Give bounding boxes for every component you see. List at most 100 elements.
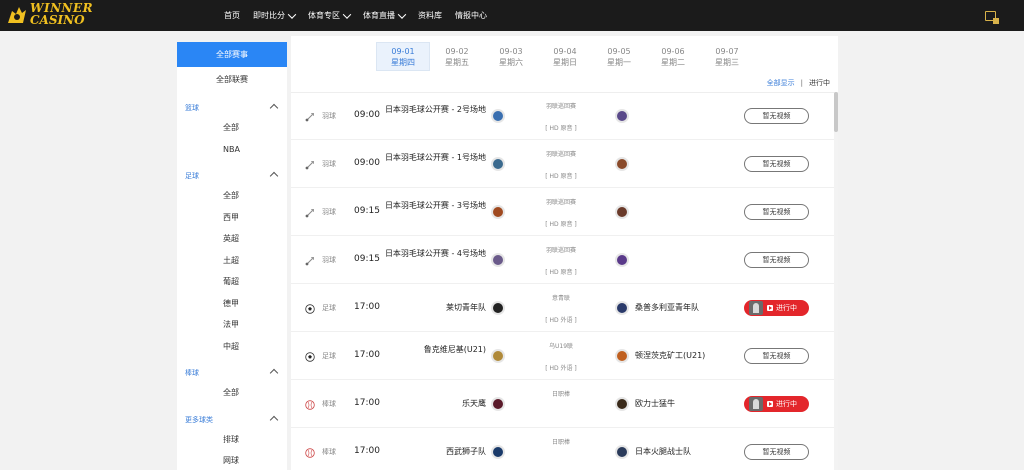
match-row[interactable]: 足球 17:00 莱切青年队 意青联[ HD 外语 ] 桑普多利亚青年队 进行中 xyxy=(291,284,838,332)
home-team: 日本羽毛球公开赛 - 3号场地 xyxy=(384,201,486,210)
chevron-down-icon xyxy=(342,9,352,19)
home-team-logo xyxy=(491,397,505,411)
nav-item-0[interactable]: 首页 xyxy=(224,10,240,21)
home-team-logo xyxy=(491,157,505,171)
match-row[interactable]: 羽球 09:00 日本羽毛球公开赛 - 2号场地 羽联巡回赛[ HD 原音 ] 暂无视频 xyxy=(291,92,838,140)
sidebar-item[interactable]: 英超 xyxy=(177,228,287,250)
live-button[interactable]: 进行中 xyxy=(744,396,809,412)
stream-quality: [ HD 原音 ] xyxy=(545,221,577,228)
league-name: 羽联巡回赛 xyxy=(545,247,576,254)
match-row[interactable]: 棒球 17:00 乐天鹰 日职棒 欧力士猛牛 进行中 xyxy=(291,380,838,428)
sidebar-item[interactable]: NBA xyxy=(177,139,287,161)
match-list: 羽球 09:00 日本羽毛球公开赛 - 2号场地 羽联巡回赛[ HD 原音 ] 暂无视频… xyxy=(291,92,838,470)
away-team-logo xyxy=(615,205,629,219)
home-team-logo xyxy=(491,301,505,315)
sidebar-category-1[interactable]: 足球 xyxy=(177,167,287,185)
button-label: 暂无视频 xyxy=(762,256,791,264)
tab-date-3[interactable]: 09-04 星期日 xyxy=(538,42,592,71)
badminton-icon xyxy=(305,159,315,170)
nav-item-label: 首页 xyxy=(224,11,240,20)
sidebar-item[interactable]: 法甲 xyxy=(177,314,287,336)
logo[interactable]: WINNER CASINO xyxy=(4,2,94,29)
no-video-button[interactable]: 暂无视频 xyxy=(744,204,809,220)
tab-weekday-label: 星期四 xyxy=(391,57,415,67)
sidebar-item[interactable]: 德甲 xyxy=(177,293,287,315)
button-label: 暂无视频 xyxy=(762,208,791,216)
no-video-button[interactable]: 暂无视频 xyxy=(744,156,809,172)
scrollbar[interactable] xyxy=(834,92,838,470)
tab-date-4[interactable]: 09-05 星期一 xyxy=(592,42,646,71)
match-row[interactable]: 羽球 09:15 日本羽毛球公开赛 - 4号场地 羽联巡回赛[ HD 原音 ] 暂无视频 xyxy=(291,236,838,284)
sport-label: 足球 xyxy=(322,352,336,360)
button-label: 暂无视频 xyxy=(762,352,791,360)
tab-date-label: 09-03 xyxy=(499,46,523,56)
stream-quality: [ HD 外语 ] xyxy=(545,317,577,324)
sidebar-item[interactable]: 网球 xyxy=(177,450,287,470)
live-button-label: 进行中 xyxy=(776,400,797,408)
league-name: 意青联 xyxy=(551,295,570,302)
schedule-panel: 09-01 星期四 09-02 星期五 09-03 星期六 09-04 星期日 09-05 星期一… xyxy=(291,36,838,470)
sidebar-all-leagues[interactable]: 全部联赛 xyxy=(177,67,287,92)
sidebar-category-0[interactable]: 篮球 xyxy=(177,99,287,117)
no-video-button[interactable]: 暂无视频 xyxy=(744,108,809,124)
league-name: 日职棒 xyxy=(551,439,570,446)
sidebar-item[interactable]: 中超 xyxy=(177,336,287,358)
sidebar-item[interactable]: 全部 xyxy=(177,382,287,404)
away-team-logo xyxy=(615,301,629,315)
button-label: 暂无视频 xyxy=(762,160,791,168)
nav-item-4[interactable]: 资料库 xyxy=(418,10,442,21)
tab-date-1[interactable]: 09-02 星期五 xyxy=(430,42,484,71)
sidebar-all-events[interactable]: 全部赛事 xyxy=(177,42,287,67)
home-team-logo xyxy=(491,253,505,267)
filter-all-button[interactable]: 全部显示 xyxy=(767,78,795,88)
tab-date-2[interactable]: 09-03 星期六 xyxy=(484,42,538,71)
nav-item-5[interactable]: 情报中心 xyxy=(455,10,487,21)
sidebar-item[interactable]: 全部 xyxy=(177,117,287,139)
nav-item-label: 资料库 xyxy=(418,11,442,20)
stream-quality: [ HD 外语 ] xyxy=(545,365,577,372)
match-row[interactable]: 羽球 09:15 日本羽毛球公开赛 - 3号场地 羽联巡回赛[ HD 原音 ] 暂无视频 xyxy=(291,188,838,236)
away-team: 顿涅茨克矿工(U21) xyxy=(635,351,706,360)
no-video-button[interactable]: 暂无视频 xyxy=(744,252,809,268)
language-icon[interactable] xyxy=(985,11,999,24)
match-row[interactable]: 足球 17:00 鲁克维尼基(U21) 乌U19联[ HD 外语 ] 顿涅茨克矿工(U2… xyxy=(291,332,838,380)
match-row[interactable]: 棒球 17:00 西武狮子队 日职棒 日本火腿战士队 暂无视频 xyxy=(291,428,838,470)
filter-live-button[interactable]: 进行中 xyxy=(809,78,830,88)
scrollbar-thumb[interactable] xyxy=(834,92,838,132)
live-button[interactable]: 进行中 xyxy=(744,300,809,316)
button-label: 暂无视频 xyxy=(762,448,791,456)
tab-date-5[interactable]: 09-06 星期二 xyxy=(646,42,700,71)
away-team-logo xyxy=(615,157,629,171)
sidebar-category-3[interactable]: 更多球类 xyxy=(177,411,287,429)
sidebar-item[interactable]: 土超 xyxy=(177,250,287,272)
nav-item-3[interactable]: 体育直播 xyxy=(363,9,407,21)
nav-item-2[interactable]: 体育专区 xyxy=(308,9,352,21)
baseball-icon xyxy=(305,447,315,458)
sidebar-item[interactable]: 全部 xyxy=(177,185,287,207)
chevron-down-icon xyxy=(397,9,407,19)
home-team: 日本羽毛球公开赛 - 2号场地 xyxy=(384,105,486,114)
stream-quality: [ HD 原音 ] xyxy=(545,269,577,276)
sport-label: 棒球 xyxy=(322,448,336,456)
sidebar-item[interactable]: 西甲 xyxy=(177,207,287,229)
chevron-up-icon xyxy=(269,415,279,424)
home-team-logo xyxy=(491,349,505,363)
badminton-icon xyxy=(305,255,315,266)
no-video-button[interactable]: 暂无视频 xyxy=(744,348,809,364)
nav-item-label: 体育直播 xyxy=(363,11,395,20)
away-team-logo xyxy=(615,253,629,267)
nav-item-1[interactable]: 即时比分 xyxy=(253,9,297,21)
badminton-icon xyxy=(305,111,315,122)
tab-date-label: 09-04 xyxy=(553,46,577,56)
sidebar-item[interactable]: 葡超 xyxy=(177,271,287,293)
filter-separator: | xyxy=(800,79,803,87)
sidebar-category-2[interactable]: 棒球 xyxy=(177,364,287,382)
league-name: 羽联巡回赛 xyxy=(545,199,576,206)
away-team-logo xyxy=(615,109,629,123)
sidebar-item[interactable]: 排球 xyxy=(177,429,287,451)
tab-date-6[interactable]: 09-07 星期三 xyxy=(700,42,754,71)
live-play-icon xyxy=(767,401,773,407)
no-video-button[interactable]: 暂无视频 xyxy=(744,444,809,460)
match-row[interactable]: 羽球 09:00 日本羽毛球公开赛 - 1号场地 羽联巡回赛[ HD 原音 ] 暂无视频 xyxy=(291,140,838,188)
tab-date-0[interactable]: 09-01 星期四 xyxy=(376,42,430,71)
